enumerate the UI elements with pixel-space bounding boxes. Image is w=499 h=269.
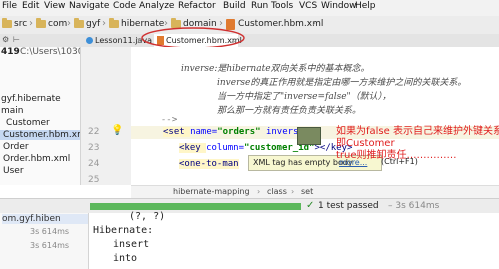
java-class-icon <box>86 37 93 44</box>
comment-line: 那么那一方就有责任负责关联关系。 <box>217 106 362 116</box>
menu-file[interactable]: File <box>2 1 17 11</box>
test-status: 1 test passed <box>318 201 379 211</box>
menu-bar: File Edit View Navigate Code Analyze Ref… <box>0 0 499 16</box>
console-line: insert <box>113 239 150 250</box>
project-path-num: 419 <box>1 47 20 57</box>
line-number: 24 <box>88 159 100 169</box>
menu-tools[interactable]: Tools <box>271 1 293 11</box>
test-time: 3s 614ms <box>30 227 70 236</box>
collapse-icon[interactable]: ⊢ <box>13 35 20 44</box>
menu-build[interactable]: Build <box>223 1 246 11</box>
navigation-bar: src › com › gyf › hibernate › domain › C… <box>0 16 499 35</box>
console-line: (?, ?) <box>129 211 166 222</box>
line-number: 25 <box>88 175 100 185</box>
crumb-file[interactable]: Customer.hbm.xml <box>238 19 323 29</box>
crumb-gyf[interactable]: gyf <box>86 19 100 29</box>
menu-vcs[interactable]: VCS <box>299 1 317 11</box>
tree-item-package[interactable]: gyf.hibernate <box>1 94 61 104</box>
tree-item-customer-hbm[interactable]: Customer.hbm.xml <box>0 130 80 140</box>
folder-icon <box>109 18 119 28</box>
line-number: 22 <box>88 127 100 137</box>
tree-item-order-hbm[interactable]: Order.hbm.xml <box>3 154 70 164</box>
console-line: Hibernate: <box>93 225 154 236</box>
test-tree-root[interactable]: om.gyf.hiben <box>2 214 88 224</box>
menu-run[interactable]: Run <box>251 1 268 11</box>
tree-item-order[interactable]: Order <box>3 142 29 152</box>
chevron-right-icon: › <box>102 18 106 29</box>
chevron-right-icon: › <box>29 18 33 29</box>
check-icon: ✓ <box>306 200 315 211</box>
tab-lesson11[interactable]: Lesson11.java × <box>84 34 152 47</box>
comment-close: --> <box>161 115 178 125</box>
drag-cursor-icon <box>297 127 321 145</box>
crumb-com[interactable]: com <box>48 19 67 29</box>
folder-icon <box>2 18 12 28</box>
settings-icon[interactable]: ⚙ <box>2 35 9 44</box>
test-progress-fill <box>90 203 301 210</box>
folder-icon <box>74 18 84 28</box>
comment-line: inverse:是hibernate双向关系中的基本概念。 <box>181 64 370 74</box>
test-time: 3s 614ms <box>30 241 70 250</box>
menu-help[interactable]: Help <box>355 1 376 11</box>
menu-code[interactable]: Code <box>113 1 136 11</box>
editor-gutter: 22 💡 23 24 25 <box>81 47 132 185</box>
code-line-24: <one-to-man <box>179 159 239 169</box>
menu-analyze[interactable]: Analyze <box>139 1 174 11</box>
line-number: 23 <box>88 143 100 153</box>
breadcrumb-hibernate-mapping[interactable]: hibernate-mapping <box>173 187 250 196</box>
breadcrumb-set[interactable]: set <box>301 187 313 196</box>
chevron-right-icon: › <box>312 18 316 29</box>
folder-icon <box>36 18 46 28</box>
tree-item-main[interactable]: main <box>1 106 24 116</box>
comment-line: 当一方中指定了"inverse=false"（默认）， <box>217 92 392 102</box>
menu-navigate[interactable]: Navigate <box>69 1 109 11</box>
editor-tab-bar: ⚙ ⊢ Lesson11.java × Customer.hbm.xml × <box>0 34 499 48</box>
chevron-right-icon: › <box>257 187 261 196</box>
console-output[interactable]: (?, ?) Hibernate: insert into <box>89 211 499 269</box>
test-progress-track <box>90 203 301 210</box>
menu-refactor[interactable]: Refactor <box>178 1 216 11</box>
crumb-src[interactable]: src <box>14 19 27 29</box>
test-tree: om.gyf.hiben 3s 614ms 3s 614ms <box>0 213 89 269</box>
lightbulb-icon[interactable]: 💡 <box>111 125 123 136</box>
menu-edit[interactable]: Edit <box>22 1 39 11</box>
tree-item-customer[interactable]: Customer <box>6 118 50 128</box>
chevron-right-icon: › <box>67 18 71 29</box>
test-elapsed: – 3s 614ms <box>388 201 440 211</box>
editor-breadcrumb: hibernate-mapping › class › set <box>131 185 499 199</box>
comment-line: inverse的真正作用就是指定由哪一方来维护之间的关联关系。 <box>217 78 467 88</box>
tree-item-user[interactable]: User <box>3 166 24 176</box>
project-path: C:\Users\10301\Desk <box>20 47 80 57</box>
code-line-23: <key column="customer_id"></key> <box>179 143 353 153</box>
annotation-line-3: true则推卸责任…………… <box>336 150 457 161</box>
menu-window[interactable]: Window <box>321 1 357 11</box>
project-panel: 419 C:\Users\10301\Desk gyf.hibernate ma… <box>0 47 81 185</box>
chevron-right-icon: › <box>291 187 295 196</box>
breadcrumb-class[interactable]: class <box>267 187 287 196</box>
console-line: into <box>113 253 138 264</box>
menu-view[interactable]: View <box>44 1 65 11</box>
code-line-22: <set name="orders" inverse=" <box>163 127 315 137</box>
